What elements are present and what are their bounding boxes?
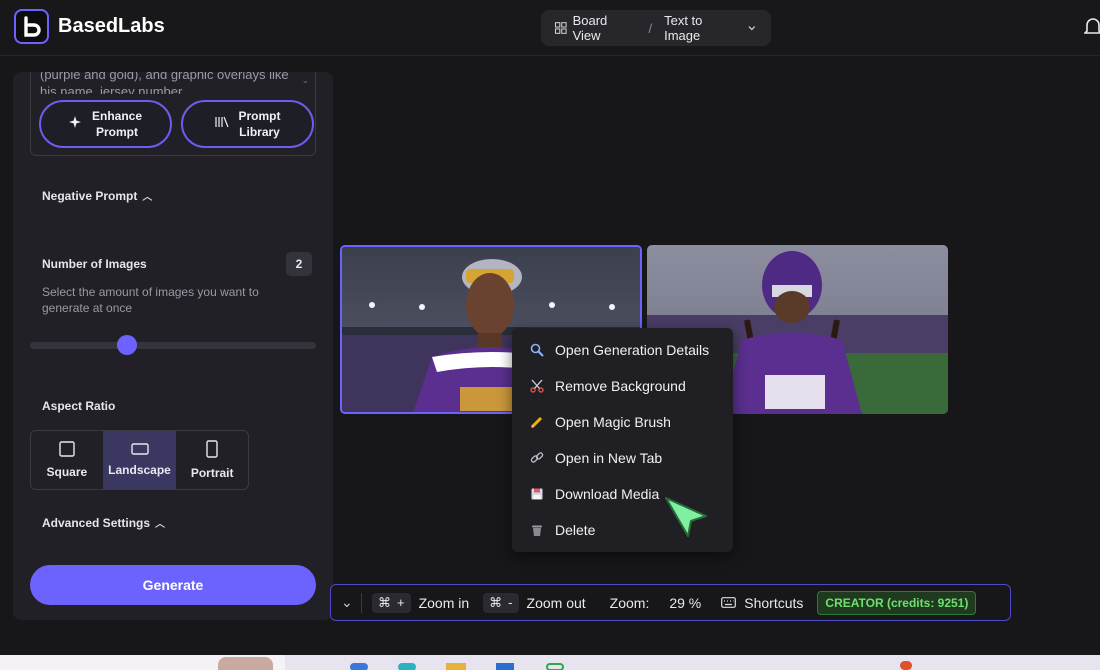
menu-item-open-magic-brush[interactable]: Open Magic Brush bbox=[512, 404, 733, 440]
num-images-slider[interactable] bbox=[30, 342, 316, 349]
keyboard-icon bbox=[721, 595, 737, 611]
breadcrumb-separator: / bbox=[648, 20, 653, 36]
menu-label: Open Magic Brush bbox=[555, 414, 671, 430]
aspect-portrait-option[interactable]: Portrait bbox=[176, 431, 248, 489]
library-icon bbox=[214, 116, 229, 132]
chevron-up-icon: ︿ bbox=[155, 519, 166, 530]
chevron-down-icon[interactable]: ⌄ bbox=[341, 594, 353, 611]
advanced-settings-toggle[interactable]: Advanced Settings ︿ bbox=[42, 515, 165, 530]
scroll-arrow-icon[interactable]: ⌄ bbox=[301, 75, 309, 86]
board-view-label[interactable]: Board View bbox=[573, 13, 637, 43]
square-icon bbox=[59, 441, 75, 457]
aspect-landscape-label: Landscape bbox=[108, 463, 171, 477]
num-images-description: Select the amount of images you want to … bbox=[42, 285, 259, 315]
plus-key: + bbox=[397, 595, 405, 610]
negative-prompt-toggle[interactable]: Negative Prompt ︿ bbox=[42, 188, 152, 203]
library-label-line1: Prompt bbox=[238, 109, 281, 123]
link-icon bbox=[529, 451, 545, 465]
taskbar-app-icon[interactable] bbox=[496, 663, 514, 670]
chevron-down-icon[interactable] bbox=[747, 23, 757, 33]
num-images-value: 2 bbox=[286, 252, 312, 276]
canvas-toolbar: ⌄ ⌘ + Zoom in ⌘ - Zoom out Zoom: 29 % Sh… bbox=[330, 584, 1011, 621]
cmd-key: ⌘ bbox=[489, 594, 503, 610]
sparkle-icon bbox=[68, 115, 82, 133]
app-name[interactable]: BasedLabs bbox=[58, 15, 165, 38]
aspect-square-option[interactable]: Square bbox=[31, 431, 104, 489]
taskbar-thumbnail bbox=[218, 657, 273, 670]
menu-item-open-new-tab[interactable]: Open in New Tab bbox=[512, 440, 733, 476]
taskbar-folder-icon[interactable] bbox=[446, 663, 466, 670]
minus-key: - bbox=[508, 595, 513, 610]
landscape-icon bbox=[130, 443, 149, 455]
menu-label: Remove Background bbox=[555, 378, 686, 394]
trash-icon bbox=[529, 523, 545, 537]
zoom-out-shortcut: ⌘ - bbox=[483, 592, 519, 613]
bell-icon[interactable] bbox=[1083, 16, 1100, 43]
toolbar-divider bbox=[361, 592, 362, 613]
enhance-label-line2: Prompt bbox=[95, 125, 138, 139]
taskbar-whatsapp-icon[interactable] bbox=[546, 663, 564, 670]
zoom-out-button[interactable]: Zoom out bbox=[527, 595, 586, 611]
settings-sidebar: (purple and gold), and graphic overlays … bbox=[13, 72, 333, 620]
top-header: BasedLabs Board View / Text to Image bbox=[0, 0, 1100, 56]
grid-icon bbox=[555, 22, 567, 34]
aspect-portrait-label: Portrait bbox=[190, 466, 234, 480]
zoom-value[interactable]: 29 % bbox=[669, 595, 701, 611]
os-taskbar bbox=[0, 655, 1100, 670]
num-images-label: Number of Images bbox=[42, 257, 147, 271]
scissors-icon bbox=[529, 379, 545, 393]
negative-prompt-label: Negative Prompt bbox=[42, 189, 138, 203]
zoom-in-shortcut: ⌘ + bbox=[372, 592, 411, 613]
prompt-text[interactable]: (purple and gold), and graphic overlays … bbox=[40, 72, 300, 94]
slider-thumb[interactable] bbox=[117, 335, 138, 355]
magnifier-icon bbox=[529, 343, 545, 357]
notification-icon[interactable] bbox=[900, 661, 912, 670]
menu-label: Open Generation Details bbox=[555, 342, 710, 358]
aspect-landscape-option[interactable]: Landscape bbox=[103, 431, 177, 489]
mode-label[interactable]: Text to Image bbox=[664, 13, 739, 43]
prompt-library-button[interactable]: Prompt Library bbox=[181, 100, 314, 148]
view-switcher[interactable]: Board View / Text to Image bbox=[541, 10, 771, 46]
cmd-key: ⌘ bbox=[378, 594, 391, 610]
taskbar-app-icon[interactable] bbox=[398, 663, 416, 670]
menu-label: Delete bbox=[555, 522, 596, 538]
basedlabs-logo-icon[interactable] bbox=[14, 9, 49, 44]
floppy-icon bbox=[529, 487, 545, 501]
aspect-ratio-label: Aspect Ratio bbox=[42, 399, 116, 413]
enhance-prompt-button[interactable]: Enhance Prompt bbox=[39, 100, 172, 148]
aspect-ratio-selector: Square Landscape Portrait bbox=[30, 430, 249, 490]
advanced-settings-label: Advanced Settings bbox=[42, 516, 151, 530]
menu-label: Download Media bbox=[555, 486, 660, 502]
menu-item-remove-background[interactable]: Remove Background bbox=[512, 368, 733, 404]
taskbar-app-icon[interactable] bbox=[350, 663, 368, 670]
zoom-in-button[interactable]: Zoom in bbox=[419, 595, 470, 611]
chevron-up-icon: ︿ bbox=[142, 192, 153, 203]
generate-button[interactable]: Generate bbox=[30, 565, 316, 605]
enhance-label-line1: Enhance bbox=[91, 109, 142, 123]
portrait-icon bbox=[206, 440, 218, 458]
pencil-icon bbox=[529, 415, 545, 429]
credits-badge[interactable]: CREATOR (credits: 9251) bbox=[817, 590, 977, 615]
menu-item-open-generation-details[interactable]: Open Generation Details bbox=[512, 332, 733, 368]
aspect-square-label: Square bbox=[46, 465, 88, 479]
zoom-label: Zoom: bbox=[609, 594, 650, 611]
library-label-line2: Library bbox=[239, 125, 280, 139]
menu-label: Open in New Tab bbox=[555, 450, 663, 466]
mouse-cursor-icon bbox=[664, 496, 710, 543]
shortcuts-button[interactable]: Shortcuts bbox=[744, 595, 803, 611]
